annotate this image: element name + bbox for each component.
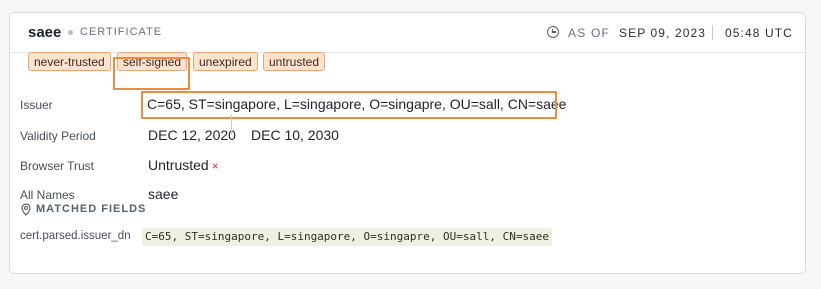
validity-end: DEC 10, 2030 [251, 127, 339, 143]
self-signed-highlight [113, 57, 190, 90]
issuer-label: Issuer [20, 98, 53, 112]
tag-never-trusted[interactable]: never-trusted [28, 52, 111, 71]
card-header: saee CERTIFICATE AS OF SEP 09, 2023 05:4… [10, 13, 805, 53]
tag-unexpired[interactable]: unexpired [193, 52, 258, 71]
browser-trust-value: Untrusted × [148, 157, 219, 173]
issuer-highlight [141, 91, 557, 119]
certificate-name[interactable]: saee [28, 24, 61, 41]
as-of-label: AS OF [568, 26, 611, 40]
as-of-time: 05:48 UTC [725, 26, 793, 40]
clock-icon [547, 26, 559, 38]
all-names-value[interactable]: saee [148, 186, 178, 202]
untrusted-x-icon: × [211, 159, 219, 173]
record-type-label: CERTIFICATE [80, 26, 163, 38]
tag-untrusted[interactable]: untrusted [263, 52, 326, 71]
matched-fields-heading: MATCHED FIELDS [36, 203, 147, 215]
separator-dot [68, 30, 73, 35]
matched-field-key: cert.parsed.issuer_dn [20, 230, 131, 242]
validity-label: Validity Period [20, 129, 96, 143]
divider [712, 25, 713, 40]
all-names-label: All Names [20, 188, 75, 202]
as-of-date: SEP 09, 2023 [619, 26, 707, 40]
browser-trust-text: Untrusted [148, 157, 209, 173]
matched-field-value: C=65, ST=singapore, L=singapore, O=singa… [142, 228, 552, 246]
location-pin-icon [21, 203, 31, 216]
divider [231, 114, 232, 135]
validity-start: DEC 12, 2020 [148, 127, 236, 143]
browser-trust-label: Browser Trust [20, 159, 95, 173]
